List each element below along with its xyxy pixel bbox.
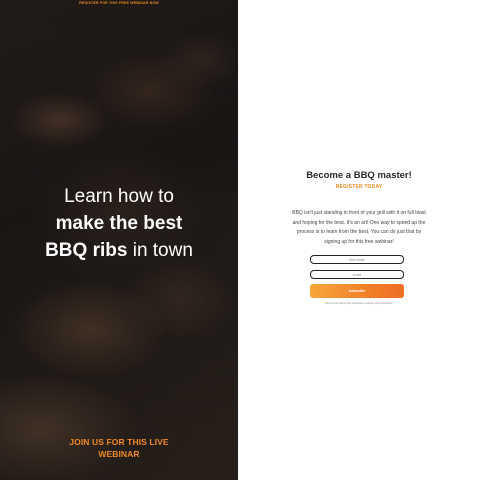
hero-headline: Learn how to make the best BBQ ribs in t… [0,183,238,264]
first-name-input[interactable] [310,255,404,264]
form-description: BBQ isn't just standing in front of your… [292,210,426,245]
headline-line-3-rest: in town [127,240,193,261]
headline-line-2: make the best [55,213,183,234]
webinar-cta-line-2: WEBINAR [98,449,140,459]
headline-line-1: Learn how to [64,186,174,207]
headline-line-3-bold: BBQ ribs [45,240,128,261]
privacy-disclaimer: We'll never share your information witho… [325,302,393,305]
hero-panel: REGISTER FOR THIS FREE WEBINAR NOW Learn… [0,0,238,480]
subscribe-button[interactable]: subscribe [310,284,404,298]
landing-page: REGISTER FOR THIS FREE WEBINAR NOW Learn… [0,0,480,480]
headline-line-3: BBQ ribs in town [0,237,238,264]
top-banner-text: REGISTER FOR THIS FREE WEBINAR NOW [79,1,159,5]
form-subtitle: REGISTER TODAY [335,184,383,190]
webinar-cta-line-1: JOIN US FOR THIS LIVE [69,437,169,447]
form-title: Become a BBQ master! [306,170,412,181]
webinar-cta: JOIN US FOR THIS LIVE WEBINAR [0,436,238,460]
signup-panel: Become a BBQ master! REGISTER TODAY BBQ … [238,0,480,480]
email-input[interactable] [310,270,404,279]
